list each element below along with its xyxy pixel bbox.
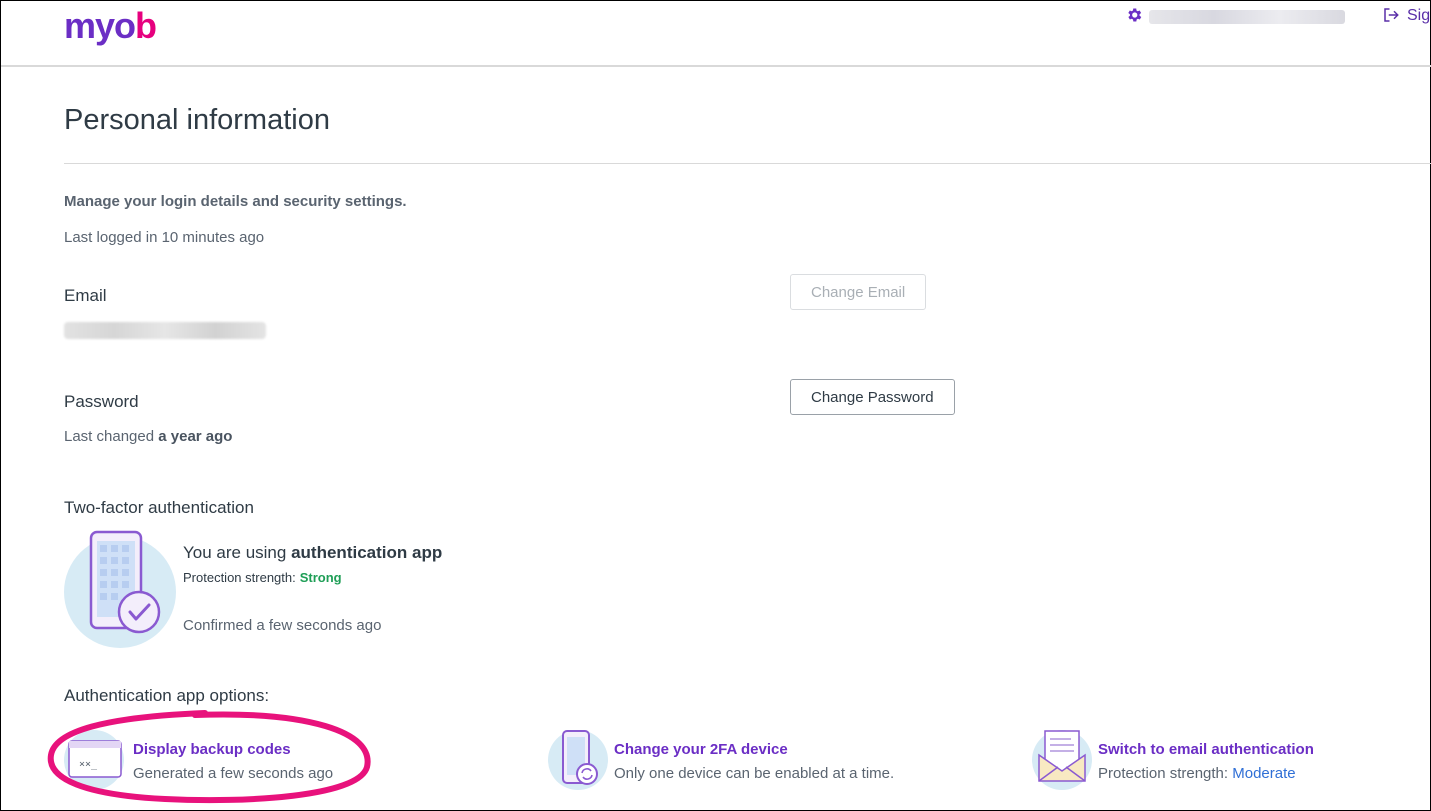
two-factor-label: Two-factor authentication [64,498,254,517]
two-factor-method: You are using authentication app [183,543,443,562]
moderate-strength-value: Moderate [1232,765,1296,782]
top-bar: myob Sig [1,1,1431,67]
backup-codes-generated: Generated a few seconds ago [133,765,334,782]
password-label: Password [64,392,139,411]
svg-text:××_: ××_ [79,759,98,770]
change-password-button[interactable]: Change Password [790,379,955,415]
authenticator-phone-icon [64,530,176,648]
email-auth-strength: Protection strength: Moderate [1098,765,1296,782]
switch-to-email-auth-link[interactable]: Switch to email authentication [1098,741,1314,758]
myob-logo[interactable]: myob [64,5,157,47]
page-subtitle: Manage your login details and security s… [64,193,407,210]
sign-out-icon[interactable] [1382,6,1400,24]
gear-icon[interactable] [1125,6,1143,24]
strength-value: Strong [299,570,342,585]
two-factor-confirmed: Confirmed a few seconds ago [183,617,382,634]
last-logged-in: Last logged in 10 minutes ago [64,229,265,246]
change-email-button[interactable]: Change Email [790,274,927,310]
change-device-note: Only one device can be enabled at a time… [614,765,895,782]
change-2fa-device-link[interactable]: Change your 2FA device [614,741,788,758]
password-last-changed: Last changed a year ago [64,428,233,445]
title-divider [64,163,1431,164]
protection-strength: Protection strength: Strong [183,570,342,585]
backup-codes-icon: ××_ [64,730,124,790]
display-backup-codes-link[interactable]: Display backup codes [133,741,291,758]
email-value-redacted [64,322,266,339]
sign-out-link[interactable]: Sig [1407,7,1430,25]
user-name-redacted[interactable] [1149,10,1345,24]
auth-options-label: Authentication app options: [64,686,270,705]
page-title: Personal information [64,104,330,136]
email-label: Email [64,286,107,305]
phone-sync-icon [548,730,608,790]
envelope-icon [1032,730,1092,790]
